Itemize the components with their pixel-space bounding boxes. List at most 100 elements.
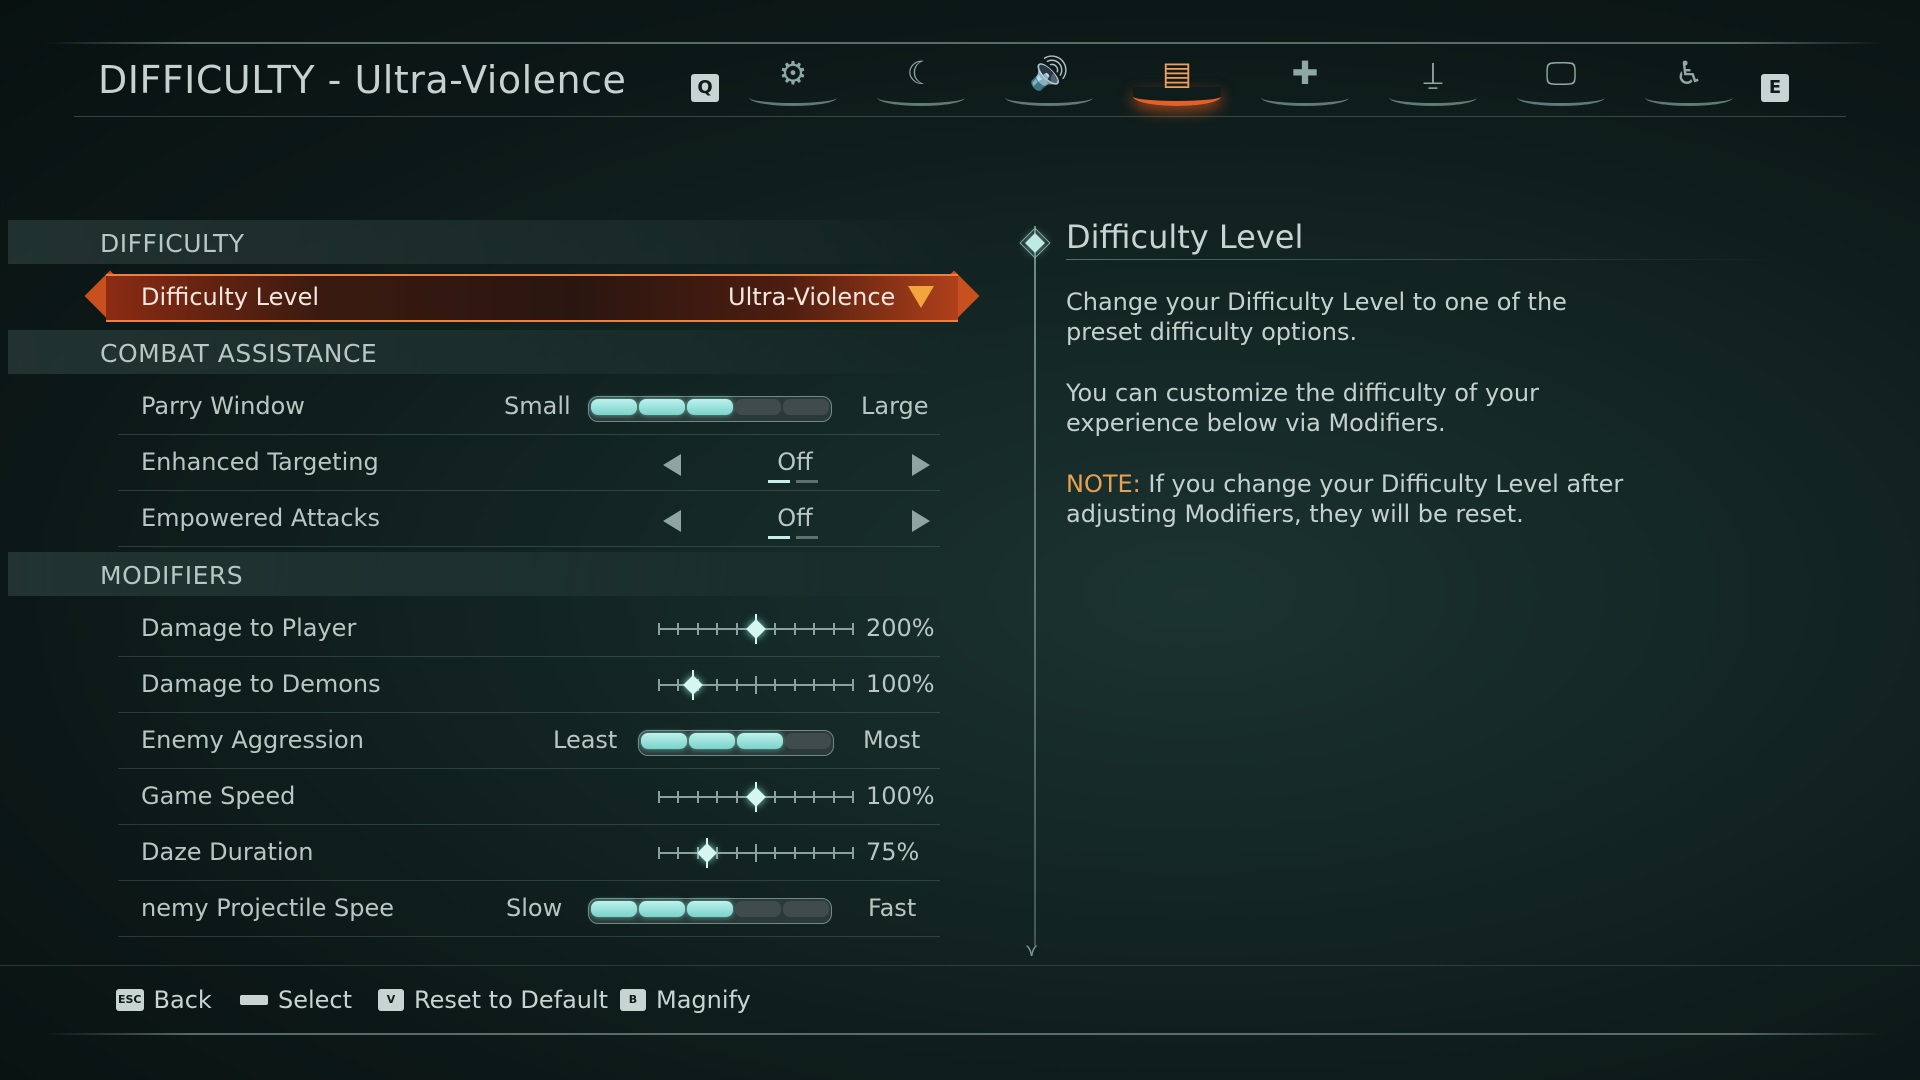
game-speed-slider[interactable] bbox=[658, 782, 854, 812]
slider-tick bbox=[813, 623, 816, 635]
select-hint[interactable]: Select bbox=[240, 985, 352, 1015]
slider-min-label: Least bbox=[553, 726, 618, 754]
speaker-icon: 🔊 bbox=[1029, 54, 1069, 92]
page-title: DIFFICULTY - Ultra-Violence bbox=[98, 58, 627, 102]
damage-to-demons-slider[interactable] bbox=[658, 670, 854, 700]
settings-tab[interactable]: 🖵 bbox=[1511, 52, 1611, 108]
top-frame-line bbox=[44, 42, 1884, 44]
tab-underline bbox=[1005, 89, 1093, 106]
setting-label: Parry Window bbox=[141, 392, 305, 420]
slider-thumb[interactable] bbox=[743, 782, 769, 812]
slider-tick bbox=[677, 791, 680, 803]
parry-window-row[interactable]: Parry Window Small Large bbox=[118, 380, 940, 435]
daze-duration-slider[interactable] bbox=[658, 838, 854, 868]
damage-to-player-slider[interactable] bbox=[658, 614, 854, 644]
section-header-modifiers: MODIFIERS bbox=[8, 552, 972, 596]
slider-max-label: Fast bbox=[868, 894, 917, 922]
section-title: DIFFICULTY bbox=[100, 229, 245, 258]
slider-max-label: Large bbox=[861, 392, 929, 420]
difficulty-value: Ultra-Violence bbox=[728, 283, 896, 311]
slider-tick bbox=[716, 623, 719, 635]
footer-divider bbox=[0, 965, 1920, 966]
description-paragraph: Change your Difficulty Level to one of t… bbox=[1066, 288, 1567, 346]
enemy-aggression-row[interactable]: Enemy Aggression Least Most bbox=[118, 714, 940, 769]
slider-segment bbox=[591, 901, 637, 917]
setting-label: Empowered Attacks bbox=[141, 504, 380, 532]
slider-tick bbox=[793, 847, 796, 859]
slider-tick bbox=[832, 847, 835, 859]
toggle-indicator bbox=[768, 536, 818, 539]
slider-tick bbox=[658, 679, 660, 691]
enemy-projectile-speed-slider[interactable] bbox=[588, 898, 832, 924]
setting-label: Enhanced Targeting bbox=[141, 448, 379, 476]
gear-icon: ⚙ bbox=[778, 54, 808, 92]
arrow-right-icon[interactable] bbox=[912, 510, 930, 532]
dropdown-arrow-icon[interactable] bbox=[908, 286, 934, 308]
tab-underline bbox=[1261, 89, 1349, 106]
description-paragraph: You can customize the difficulty of your… bbox=[1066, 379, 1539, 437]
slider-segment bbox=[639, 901, 685, 917]
parry-window-slider[interactable] bbox=[588, 396, 832, 422]
slider-tick bbox=[735, 679, 738, 691]
bottom-frame-line bbox=[44, 1033, 1884, 1035]
slider-segment bbox=[591, 399, 637, 415]
next-tab-key[interactable]: E bbox=[1761, 74, 1789, 102]
slider-tick bbox=[696, 623, 699, 635]
controller-icon: ☾ bbox=[906, 54, 936, 92]
enhanced-targeting-row[interactable]: Enhanced Targeting Off bbox=[118, 436, 940, 491]
settings-tab[interactable]: 🔊 bbox=[999, 52, 1099, 108]
slider-tick bbox=[832, 623, 835, 635]
slider-tick bbox=[716, 791, 719, 803]
setting-label: Daze Duration bbox=[141, 838, 314, 866]
slider-tick bbox=[716, 679, 719, 691]
section-header-combat-assistance: COMBAT ASSISTANCE bbox=[8, 330, 972, 374]
slider-tick bbox=[735, 847, 738, 859]
arrow-left-icon[interactable] bbox=[663, 510, 681, 532]
slider-thumb[interactable] bbox=[694, 838, 720, 868]
description-title: Difficulty Level bbox=[1066, 218, 1304, 256]
damage-to-demons-row[interactable]: Damage to Demons 100% bbox=[118, 658, 940, 713]
panel-divider bbox=[1034, 226, 1036, 946]
game-speed-row[interactable]: Game Speed 100% bbox=[118, 770, 940, 825]
slider-value: 100% bbox=[866, 670, 935, 698]
slider-thumb[interactable] bbox=[743, 614, 769, 644]
slider-thumb[interactable] bbox=[680, 670, 706, 700]
setting-label: Damage to Demons bbox=[141, 670, 381, 698]
toggle-value: Off bbox=[777, 504, 813, 532]
slider-tick bbox=[852, 791, 854, 803]
accessibility-icon: ♿ bbox=[1674, 54, 1704, 92]
slider-tick bbox=[774, 623, 777, 635]
v-key-icon: V bbox=[378, 989, 404, 1011]
settings-tab[interactable]: ☾ bbox=[871, 52, 971, 108]
arrow-right-icon[interactable] bbox=[912, 454, 930, 476]
prev-tab-key[interactable]: Q bbox=[691, 74, 719, 102]
damage-to-player-row[interactable]: Damage to Player 200% bbox=[118, 602, 940, 657]
setting-label: Difficulty Level bbox=[141, 283, 320, 311]
settings-tab[interactable]: ▤ bbox=[1127, 52, 1227, 108]
settings-tab[interactable]: ✚ bbox=[1255, 52, 1355, 108]
note-text: If you change your Difficulty Level afte… bbox=[1066, 470, 1624, 528]
slider-tick bbox=[735, 791, 738, 803]
hint-label: Back bbox=[153, 986, 212, 1014]
slider-tick bbox=[774, 847, 777, 859]
settings-tab[interactable]: ♿ bbox=[1639, 52, 1739, 108]
back-hint[interactable]: ESC Back bbox=[116, 985, 212, 1015]
slider-segment bbox=[689, 733, 735, 749]
slider-tick bbox=[813, 791, 816, 803]
reset-to-default-hint[interactable]: V Reset to Default bbox=[378, 985, 608, 1015]
settings-tab[interactable]: ⚙ bbox=[743, 52, 843, 108]
slider-min-label: Small bbox=[504, 392, 571, 420]
enemy-aggression-slider[interactable] bbox=[638, 730, 834, 756]
enemy-projectile-speed-row[interactable]: nemy Projectile Spee Slow Fast bbox=[118, 882, 940, 937]
slider-max-label: Most bbox=[863, 726, 921, 754]
slider-tick bbox=[813, 847, 816, 859]
arrow-left-icon[interactable] bbox=[663, 454, 681, 476]
setting-label: Damage to Player bbox=[141, 614, 357, 642]
magnify-hint[interactable]: B Magnify bbox=[620, 985, 751, 1015]
slider-segment bbox=[737, 733, 783, 749]
empowered-attacks-row[interactable]: Empowered Attacks Off bbox=[118, 492, 940, 547]
daze-duration-row[interactable]: Daze Duration 75% bbox=[118, 826, 940, 881]
difficulty-level-row[interactable]: Difficulty Level Ultra-Violence bbox=[84, 270, 980, 322]
settings-tab[interactable]: ⍊ bbox=[1383, 52, 1483, 108]
slider-tick bbox=[755, 676, 757, 694]
